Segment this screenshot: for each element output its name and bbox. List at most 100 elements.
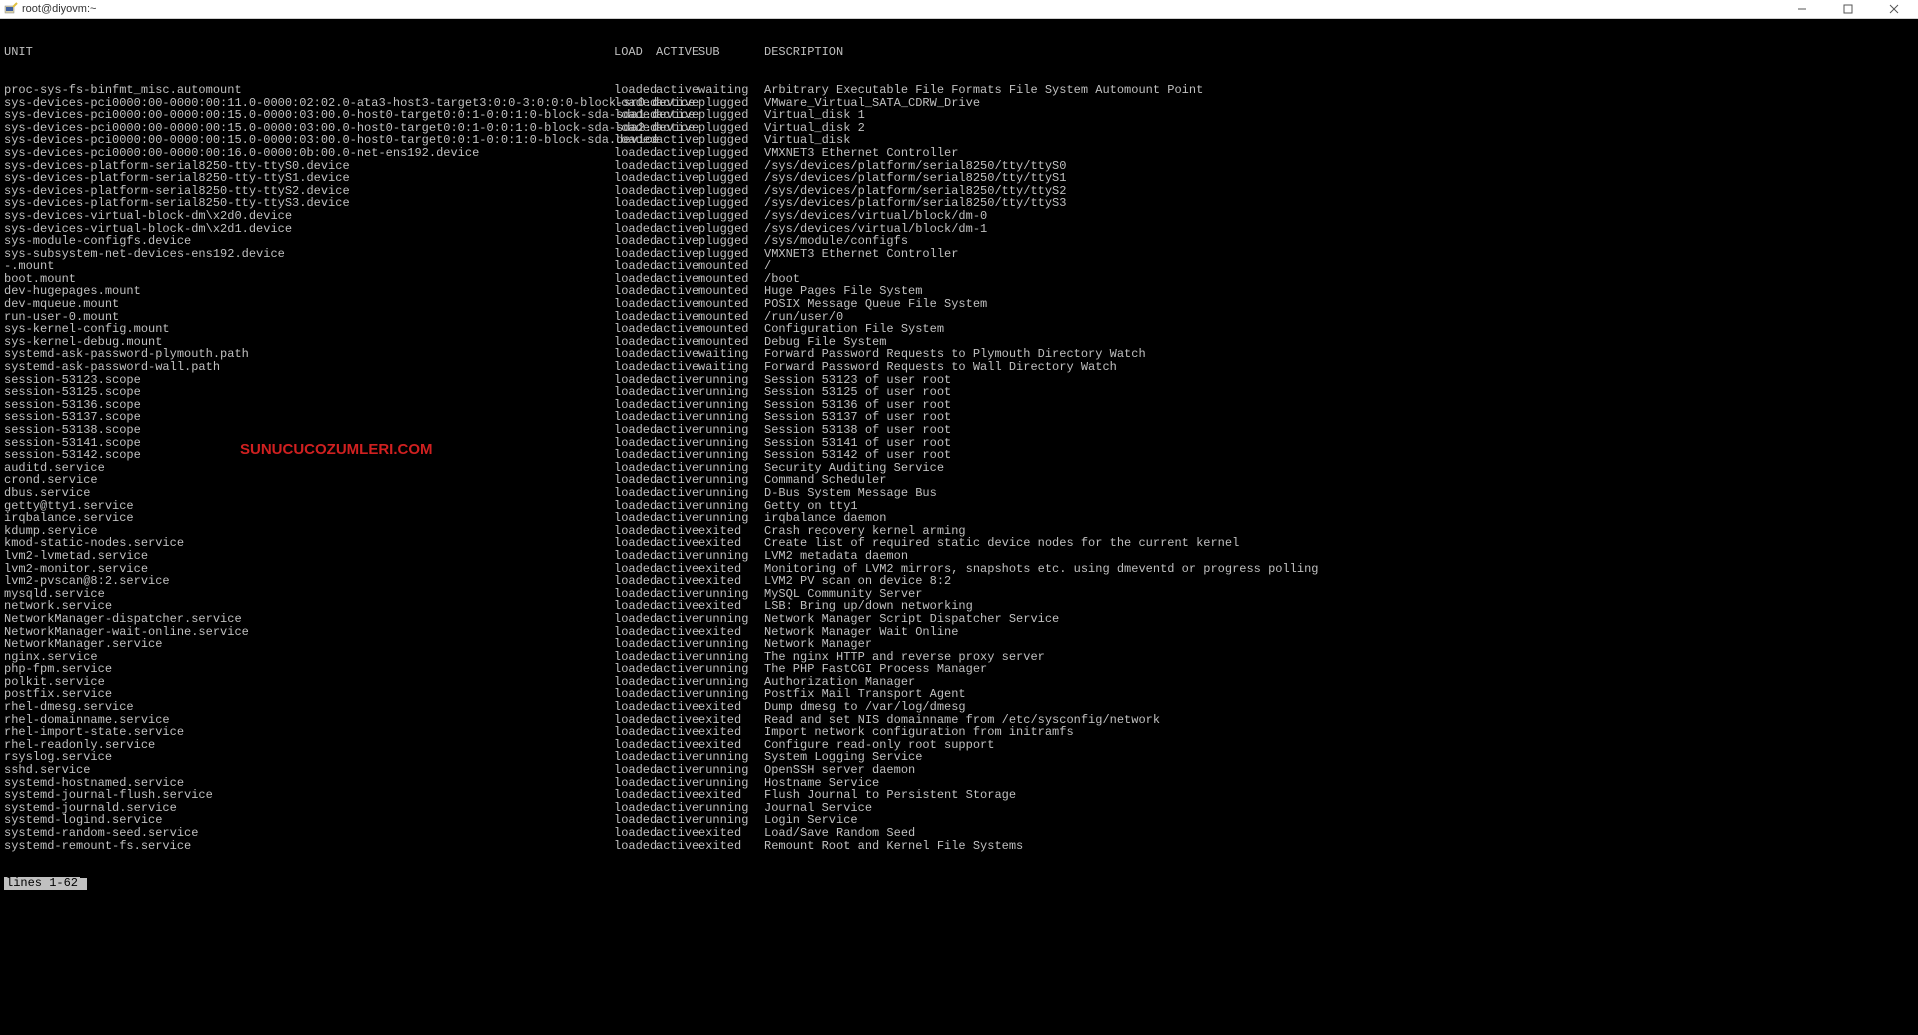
unit-name: irqbalance.service xyxy=(4,512,614,525)
unit-active: active xyxy=(656,323,698,336)
unit-load: loaded xyxy=(614,172,656,185)
unit-sub: running xyxy=(698,487,764,500)
unit-name: session-53138.scope xyxy=(4,424,614,437)
unit-row: run-user-0.mountloadedactivemounted/run/… xyxy=(4,311,1914,324)
unit-description: /sys/devices/platform/serial8250/tty/tty… xyxy=(764,172,1066,185)
unit-description: Arbitrary Executable File Formats File S… xyxy=(764,84,1203,97)
window-title: root@diyovm:~ xyxy=(22,3,96,15)
unit-row: NetworkManager-wait-online.serviceloaded… xyxy=(4,626,1914,639)
unit-name: systemd-random-seed.service xyxy=(4,827,614,840)
unit-name: crond.service xyxy=(4,474,614,487)
unit-row: sshd.serviceloadedactiverunningOpenSSH s… xyxy=(4,764,1914,777)
unit-active: active xyxy=(656,575,698,588)
unit-name: sys-devices-platform-serial8250-tty-ttyS… xyxy=(4,172,614,185)
unit-name: NetworkManager-dispatcher.service xyxy=(4,613,614,626)
unit-active: active xyxy=(656,726,698,739)
unit-row: sys-devices-virtual-block-dm\x2d0.device… xyxy=(4,210,1914,223)
unit-load: loaded xyxy=(614,210,656,223)
unit-description: Session 53125 of user root xyxy=(764,386,951,399)
unit-row: sys-subsystem-net-devices-ens192.devicel… xyxy=(4,248,1914,261)
minimize-button[interactable] xyxy=(1788,1,1816,17)
unit-load: loaded xyxy=(614,638,656,651)
col-header-load: LOAD xyxy=(614,46,656,59)
unit-name: -.mount xyxy=(4,260,614,273)
unit-load: loaded xyxy=(614,147,656,160)
unit-sub: plugged xyxy=(698,172,764,185)
unit-active: active xyxy=(656,512,698,525)
unit-load: loaded xyxy=(614,663,656,676)
unit-description: Flush Journal to Persistent Storage xyxy=(764,789,1016,802)
unit-sub: exited xyxy=(698,701,764,714)
unit-name: NetworkManager.service xyxy=(4,638,614,651)
unit-sub: running xyxy=(698,663,764,676)
unit-name: session-53125.scope xyxy=(4,386,614,399)
unit-active: active xyxy=(656,789,698,802)
unit-load: loaded xyxy=(614,840,656,853)
unit-active: active xyxy=(656,663,698,676)
unit-active: active xyxy=(656,701,698,714)
unit-sub: plugged xyxy=(698,210,764,223)
unit-load: loaded xyxy=(614,361,656,374)
unit-sub: running xyxy=(698,638,764,651)
unit-load: loaded xyxy=(614,298,656,311)
unit-row: NetworkManager-dispatcher.serviceloadeda… xyxy=(4,613,1914,626)
unit-row: kmod-static-nodes.serviceloadedactiveexi… xyxy=(4,537,1914,550)
unit-row: lvm2-monitor.serviceloadedactiveexitedMo… xyxy=(4,563,1914,576)
unit-active: active xyxy=(656,449,698,462)
unit-sub: mounted xyxy=(698,260,764,273)
unit-load: loaded xyxy=(614,449,656,462)
unit-description: The PHP FastCGI Process Manager xyxy=(764,663,987,676)
unit-description: Configuration File System xyxy=(764,323,944,336)
unit-name: lvm2-lvmetad.service xyxy=(4,550,614,563)
unit-load: loaded xyxy=(614,424,656,437)
unit-name: systemd-ask-password-wall.path xyxy=(4,361,614,374)
unit-active: active xyxy=(656,361,698,374)
unit-active: active xyxy=(656,638,698,651)
unit-row: sys-devices-pci0000:00-0000:00:16.0-0000… xyxy=(4,147,1914,160)
unit-description: POSIX Message Queue File System xyxy=(764,298,987,311)
unit-row: systemd-journald.serviceloadedactiverunn… xyxy=(4,802,1914,815)
unit-load: loaded xyxy=(614,512,656,525)
unit-load: loaded xyxy=(614,764,656,777)
unit-row: systemd-ask-password-wall.pathloadedacti… xyxy=(4,361,1914,374)
unit-sub: exited xyxy=(698,575,764,588)
unit-active: active xyxy=(656,613,698,626)
unit-sub: waiting xyxy=(698,84,764,97)
unit-sub: running xyxy=(698,550,764,563)
unit-row: sys-devices-pci0000:00-0000:00:15.0-0000… xyxy=(4,109,1914,122)
unit-row: rhel-readonly.serviceloadedactiveexitedC… xyxy=(4,739,1914,752)
unit-description: /sys/devices/virtual/block/dm-0 xyxy=(764,210,987,223)
unit-active: active xyxy=(656,84,698,97)
maximize-button[interactable] xyxy=(1834,1,1862,17)
unit-description: D-Bus System Message Bus xyxy=(764,487,937,500)
window-titlebar: root@diyovm:~ xyxy=(0,0,1918,19)
terminal-pane[interactable]: UNITLOADACTIVESUBDESCRIPTION proc-sys-fs… xyxy=(0,19,1918,1035)
unit-name: sys-kernel-config.mount xyxy=(4,323,614,336)
unit-name: systemd-remount-fs.service xyxy=(4,840,614,853)
unit-active: active xyxy=(656,424,698,437)
unit-active: active xyxy=(656,840,698,853)
unit-row: rhel-dmesg.serviceloadedactiveexitedDump… xyxy=(4,701,1914,714)
unit-load: loaded xyxy=(614,84,656,97)
unit-active: active xyxy=(656,487,698,500)
unit-name: dev-mqueue.mount xyxy=(4,298,614,311)
unit-description: /sys/module/configfs xyxy=(764,235,908,248)
unit-sub: running xyxy=(698,764,764,777)
unit-sub: exited xyxy=(698,840,764,853)
unit-description: VMXNET3 Ethernet Controller xyxy=(764,248,958,261)
unit-row: session-53125.scopeloadedactiverunningSe… xyxy=(4,386,1914,399)
unit-load: loaded xyxy=(614,613,656,626)
unit-row: dbus.serviceloadedactiverunningD-Bus Sys… xyxy=(4,487,1914,500)
terminal-cursor xyxy=(80,878,87,890)
unit-name: php-fpm.service xyxy=(4,663,614,676)
unit-row: irqbalance.serviceloadedactiverunningirq… xyxy=(4,512,1914,525)
unit-active: active xyxy=(656,210,698,223)
unit-row: sys-devices-platform-serial8250-tty-ttyS… xyxy=(4,172,1914,185)
unit-description: VMXNET3 Ethernet Controller xyxy=(764,147,958,160)
unit-name: sys-subsystem-net-devices-ens192.device xyxy=(4,248,614,261)
unit-row: php-fpm.serviceloadedactiverunningThe PH… xyxy=(4,663,1914,676)
unit-name: sshd.service xyxy=(4,764,614,777)
unit-sub: running xyxy=(698,386,764,399)
unit-sub: running xyxy=(698,449,764,462)
close-button[interactable] xyxy=(1880,1,1908,17)
